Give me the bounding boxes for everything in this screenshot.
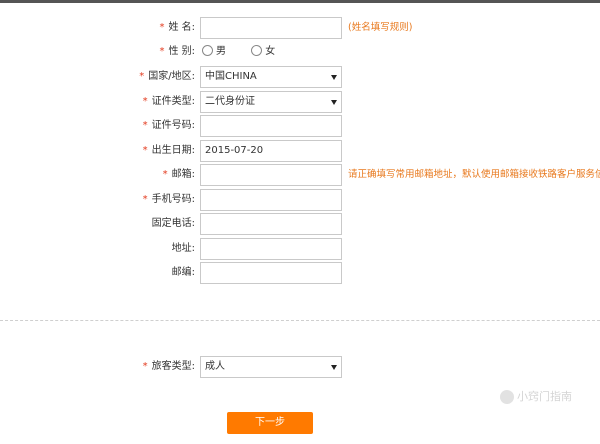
dropdown-arrow-icon: [331, 100, 337, 105]
row-postcode: 邮编:: [0, 262, 600, 284]
watermark-logo-icon: [500, 390, 514, 404]
birth-date-input[interactable]: [200, 140, 342, 162]
row-passenger-type: * 旅客类型: 成人: [0, 356, 600, 378]
email-label: * 邮箱:: [162, 169, 195, 180]
id-type-select[interactable]: 二代身份证: [200, 91, 342, 113]
gender-label: * 性 别:: [159, 46, 195, 57]
landline-input[interactable]: [200, 213, 342, 235]
name-input[interactable]: [200, 17, 342, 39]
birth-date-label: * 出生日期:: [142, 145, 195, 156]
name-label: * 姓 名:: [159, 22, 195, 33]
gender-option-male[interactable]: 男: [202, 41, 226, 63]
country-select[interactable]: 中国CHINA: [200, 66, 342, 88]
mobile-input[interactable]: [200, 189, 342, 211]
passenger-type-label: * 旅客类型:: [142, 361, 195, 372]
row-id-number: * 证件号码:: [0, 115, 600, 137]
id-number-label: * 证件号码:: [142, 120, 195, 131]
radio-icon[interactable]: [251, 44, 263, 56]
row-id-type: * 证件类型: 二代身份证: [0, 91, 600, 113]
address-label: 地址:: [171, 243, 195, 254]
section-divider: [0, 320, 600, 321]
gender-option-female[interactable]: 女: [251, 41, 275, 63]
passenger-type-selected-value: 成人: [205, 361, 225, 372]
email-input[interactable]: [200, 164, 342, 186]
row-email: * 邮箱: 请正确填写常用邮箱地址，默认使用邮箱接收铁路客户服务信息: [0, 164, 600, 186]
top-border: [0, 0, 600, 3]
dropdown-arrow-icon: [331, 365, 337, 370]
watermark: 小窍门指南: [500, 388, 580, 406]
email-hint: 请正确填写常用邮箱地址，默认使用邮箱接收铁路客户服务信息: [348, 169, 600, 180]
row-mobile: * 手机号码:: [0, 189, 600, 211]
gender-radio-group: 男 女: [202, 41, 297, 63]
postcode-label: 邮编:: [171, 267, 195, 278]
id-type-selected-value: 二代身份证: [205, 96, 255, 107]
country-selected-value: 中国CHINA: [205, 71, 257, 82]
dropdown-arrow-icon: [331, 75, 337, 80]
postcode-input[interactable]: [200, 262, 342, 284]
row-birth-date: * 出生日期:: [0, 140, 600, 162]
id-type-label: * 证件类型:: [142, 96, 195, 107]
address-input[interactable]: [200, 238, 342, 260]
row-address: 地址:: [0, 238, 600, 260]
row-name: * 姓 名: (姓名填写规则): [0, 17, 600, 39]
row-country: * 国家/地区: 中国CHINA: [0, 66, 600, 88]
landline-label: 固定电话:: [151, 218, 195, 229]
id-number-input[interactable]: [200, 115, 342, 137]
row-landline: 固定电话:: [0, 213, 600, 235]
row-gender: * 性 别: 男 女: [0, 41, 600, 63]
country-label: * 国家/地区:: [139, 71, 195, 82]
next-step-button[interactable]: 下一步: [227, 412, 313, 434]
name-rule-hint[interactable]: (姓名填写规则): [348, 17, 412, 39]
mobile-label: * 手机号码:: [142, 194, 195, 205]
radio-icon[interactable]: [202, 44, 213, 56]
passenger-type-select[interactable]: 成人: [200, 356, 342, 378]
